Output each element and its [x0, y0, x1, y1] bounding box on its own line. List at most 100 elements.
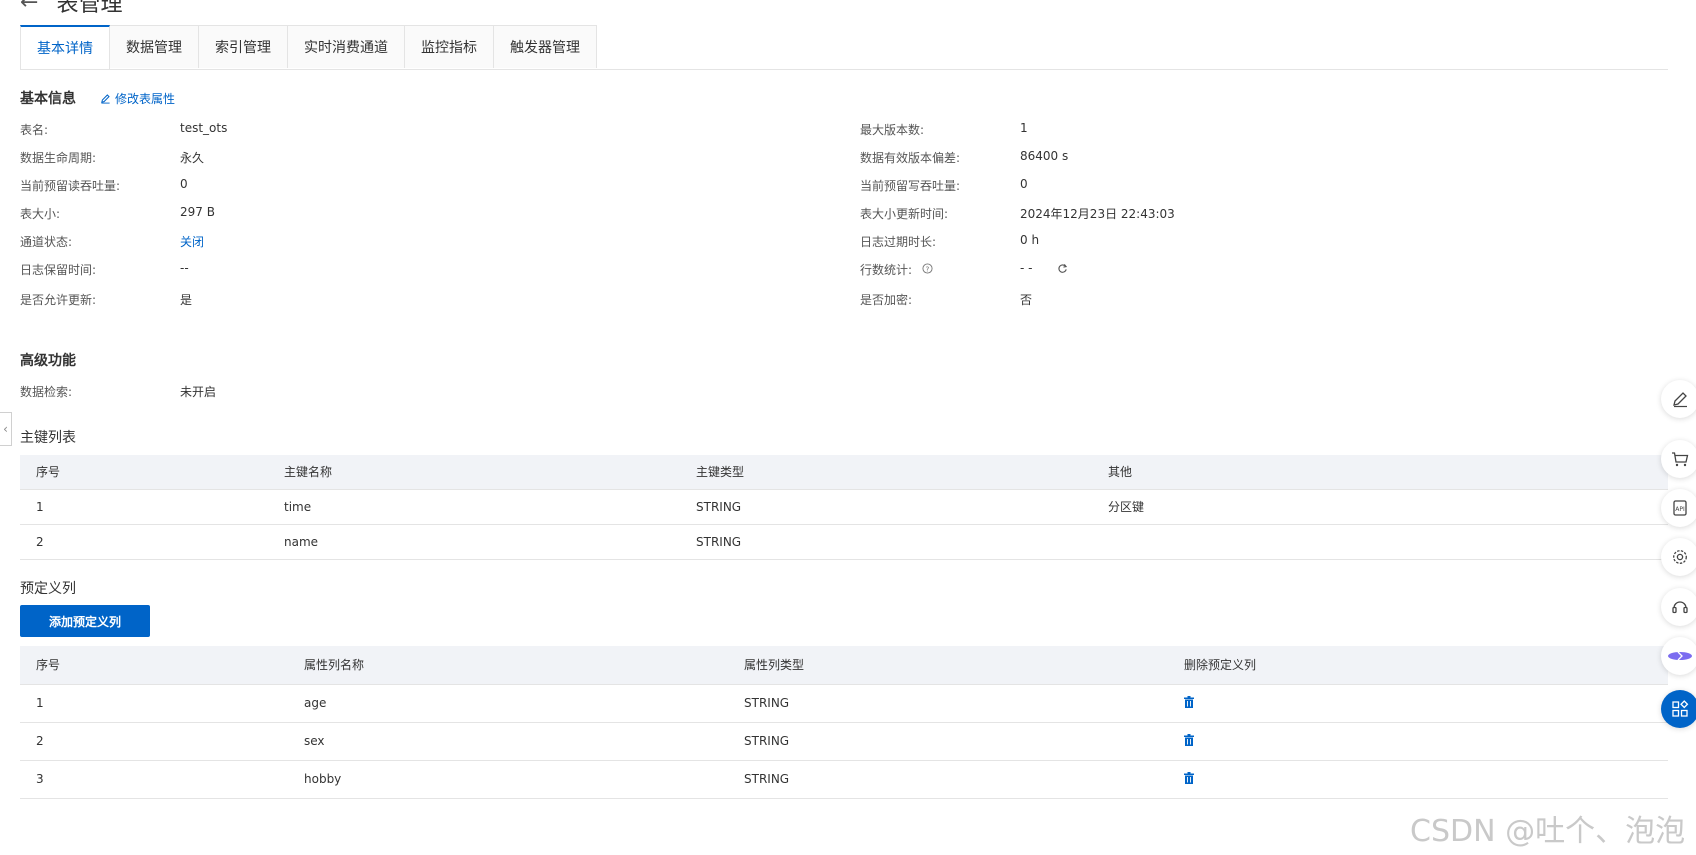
- edit-icon: [101, 94, 110, 104]
- table-cell: 2: [20, 722, 288, 761]
- kv-label: 数据生命周期:: [20, 151, 97, 165]
- kv-label: 是否加密:: [860, 293, 913, 307]
- kv-value: 297 B: [180, 205, 215, 219]
- trash-icon[interactable]: [1184, 771, 1194, 784]
- kv-value: 未开启: [180, 385, 217, 399]
- kv-label: 当前预留读吞吐量:: [20, 179, 121, 193]
- column-header: 属性列名称: [288, 646, 728, 685]
- kv-label: 通道状态:: [20, 235, 73, 249]
- ai-assistant-button[interactable]: [1661, 637, 1696, 675]
- table-cell: [1092, 524, 1668, 560]
- page-title: ← 表管理: [20, 0, 122, 18]
- basic-info-title: 基本信息: [20, 91, 76, 107]
- table-cell: STRING: [680, 489, 1092, 525]
- table-cell: STRING: [728, 760, 1168, 799]
- predefined-columns-title: 预定义列: [20, 581, 76, 597]
- table-cell: 3: [20, 760, 288, 799]
- kv-value: 86400 s: [1020, 149, 1069, 163]
- api-icon: API: [1673, 500, 1687, 516]
- predefined-columns-table: 序号 属性列名称 属性列类型 删除预定义列 1 age STRING 2 sex…: [20, 646, 1668, 799]
- kv-label: 表大小:: [20, 207, 61, 221]
- kv-label: 日志过期时长:: [860, 235, 937, 249]
- kv-value: 1: [1020, 121, 1028, 135]
- table-cell: STRING: [680, 524, 1092, 560]
- edit-link-label: 修改表属性: [115, 92, 176, 106]
- kv-label: 数据检索:: [20, 385, 73, 399]
- primary-keys-title: 主键列表: [20, 430, 76, 446]
- table-cell: [1168, 760, 1668, 799]
- kv-label: 行数统计:: [860, 263, 913, 277]
- kv-value: --: [180, 261, 189, 275]
- back-arrow-icon[interactable]: ←: [20, 0, 38, 15]
- watermark: CSDN @吐个、泡泡: [1410, 814, 1686, 849]
- table-row: 1 time STRING 分区键: [20, 489, 1668, 525]
- table-cell: sex: [288, 722, 728, 761]
- add-predefined-column-button[interactable]: 添加预定义列: [20, 605, 150, 637]
- column-header: 主键类型: [680, 455, 1092, 490]
- table-row: 3 hobby STRING: [20, 760, 1668, 799]
- column-header: 序号: [20, 455, 268, 490]
- table-row: 1 age STRING: [20, 684, 1668, 723]
- table-cell: age: [288, 684, 728, 723]
- support-button[interactable]: [1661, 588, 1696, 626]
- apps-grid-icon: [1672, 700, 1689, 717]
- table-cell: 2: [20, 524, 268, 560]
- trash-icon[interactable]: [1184, 695, 1194, 708]
- tab-realtime-channel[interactable]: 实时消费通道: [288, 25, 405, 68]
- table-row: 2 name STRING: [20, 524, 1668, 560]
- apps-button[interactable]: [1661, 690, 1696, 728]
- kv-value: 否: [1020, 293, 1033, 307]
- table-header-row: 序号 属性列名称 属性列类型 删除预定义列: [20, 646, 1668, 685]
- sidebar-collapse-handle[interactable]: ‹: [0, 412, 12, 446]
- table-header-row: 序号 主键名称 主键类型 其他: [20, 455, 1668, 490]
- table-cell: name: [268, 524, 680, 560]
- table-cell: hobby: [288, 760, 728, 799]
- settings-button[interactable]: [1661, 538, 1696, 576]
- chevron-left-icon: ‹: [3, 422, 8, 436]
- feedback-edit-button[interactable]: [1661, 380, 1696, 418]
- headset-icon: [1672, 601, 1688, 614]
- help-icon[interactable]: ?: [922, 263, 933, 274]
- edit-icon: [1673, 392, 1687, 408]
- primary-keys-table: 序号 主键名称 主键类型 其他 1 time STRING 分区键 2 name…: [20, 455, 1668, 560]
- cart-button[interactable]: [1661, 440, 1696, 478]
- page-title-text: 表管理: [56, 0, 123, 17]
- table-cell: 1: [20, 489, 268, 525]
- api-button[interactable]: API: [1661, 489, 1696, 527]
- gear-icon: [1673, 550, 1687, 564]
- cart-icon: [1672, 452, 1689, 467]
- kv-value: 0 h: [1020, 233, 1040, 247]
- table-row: 2 sex STRING: [20, 722, 1668, 761]
- table-cell: [1168, 722, 1668, 761]
- column-header: 属性列类型: [728, 646, 1168, 685]
- table-cell: STRING: [728, 684, 1168, 723]
- column-header: 删除预定义列: [1168, 646, 1668, 685]
- column-header: 序号: [20, 646, 288, 685]
- kv-value: test_ots: [180, 121, 228, 135]
- kv-value: 0: [1020, 177, 1028, 191]
- channel-status-link[interactable]: 关闭: [180, 233, 204, 250]
- tab-basic-details[interactable]: 基本详情: [20, 25, 110, 69]
- table-cell: time: [268, 489, 680, 525]
- tab-index-management[interactable]: 索引管理: [199, 25, 288, 68]
- edit-table-attributes-link[interactable]: 修改表属性: [100, 90, 175, 107]
- table-cell: 1: [20, 684, 288, 723]
- column-header: 主键名称: [268, 455, 680, 490]
- kv-label: 表大小更新时间:: [860, 207, 949, 221]
- tab-trigger-management[interactable]: 触发器管理: [494, 25, 597, 68]
- kv-value: - -: [1020, 261, 1033, 275]
- table-cell: STRING: [728, 722, 1168, 761]
- advanced-title: 高级功能: [20, 353, 76, 369]
- kv-label: 日志保留时间:: [20, 263, 97, 277]
- tab-monitoring[interactable]: 监控指标: [405, 25, 494, 68]
- refresh-icon[interactable]: [1057, 263, 1068, 274]
- trash-icon[interactable]: [1184, 733, 1194, 746]
- kv-label: 是否允许更新:: [20, 293, 97, 307]
- tab-bar: 基本详情 数据管理 索引管理 实时消费通道 监控指标 触发器管理: [20, 25, 1668, 70]
- kv-label: 数据有效版本偏差:: [860, 151, 961, 165]
- kv-value: 0: [180, 177, 188, 191]
- kv-value: 永久: [180, 151, 205, 165]
- kv-value: 是: [180, 293, 193, 307]
- tab-data-management[interactable]: 数据管理: [110, 25, 199, 68]
- table-cell: 分区键: [1092, 489, 1668, 525]
